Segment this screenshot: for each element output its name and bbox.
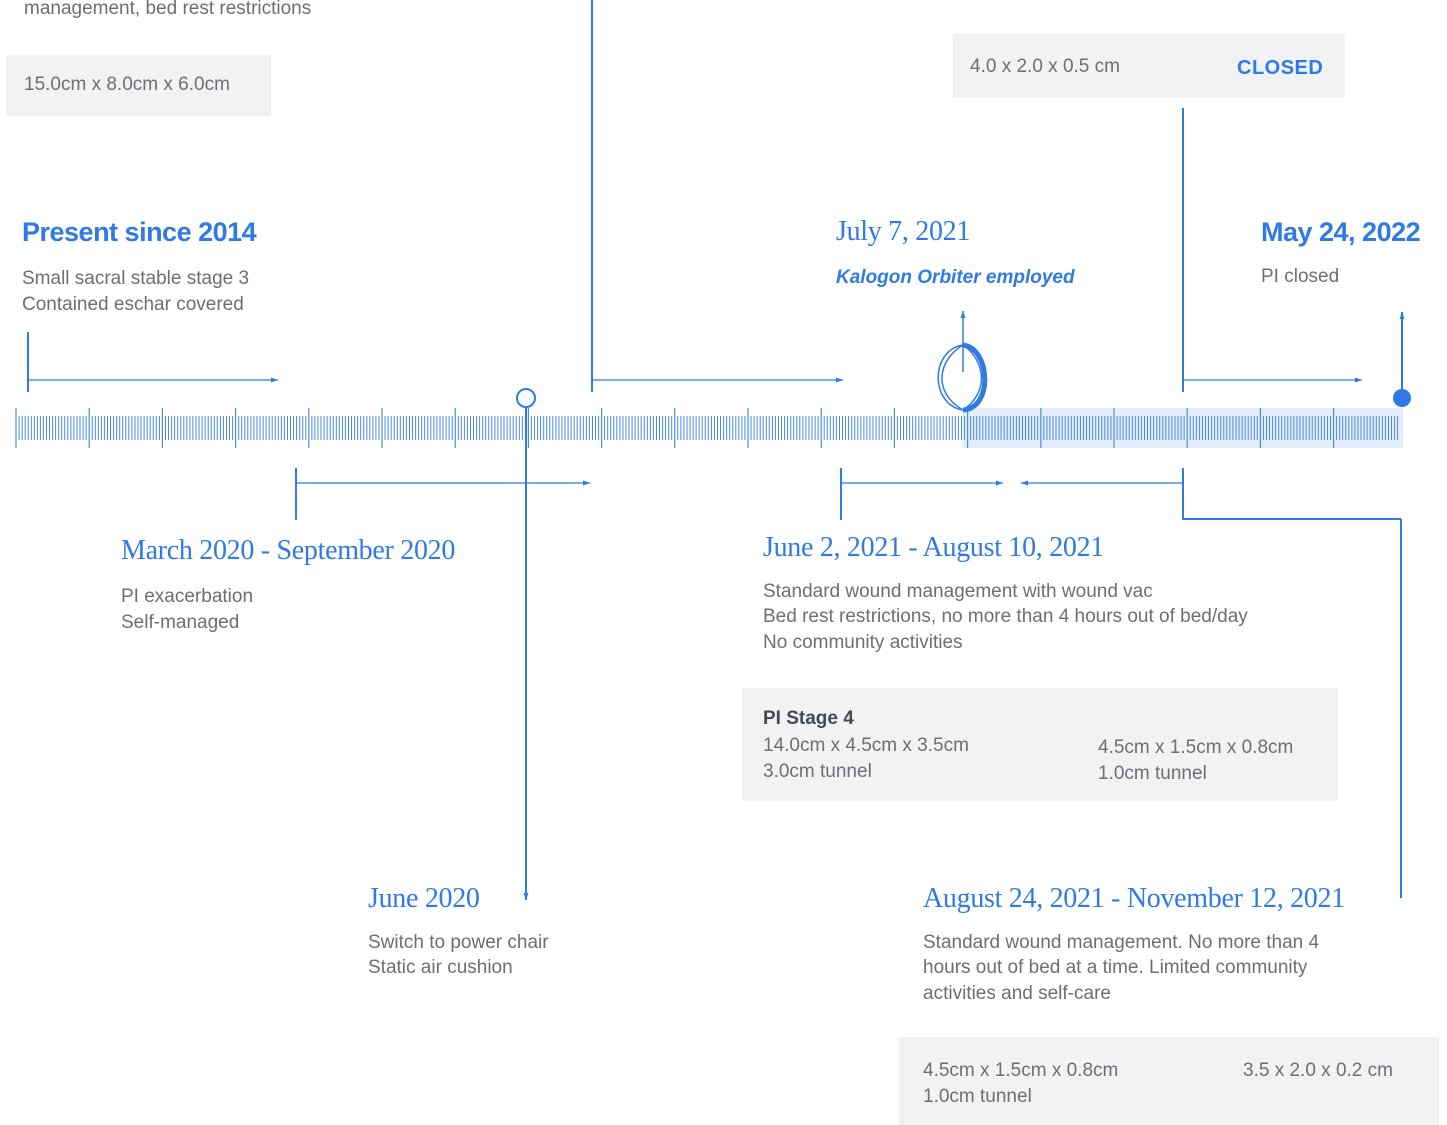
june2021-line3: No community activities [763,632,963,653]
march-title: March 2020 - September 2020 [121,535,456,566]
may-marker [1393,389,1411,407]
june2020-line2: Static air cushion [368,957,513,978]
stage4-box: PI Stage 4 14.0cm x 4.5cm x 3.5cm 3.0cm … [742,688,1338,801]
closed-from-size: 4.0 x 2.0 x 0.5 cm [970,56,1120,77]
closed-status: CLOSED [1237,57,1324,79]
initial-size: 15.0cm x 8.0cm x 6.0cm [24,74,230,95]
may-title: May 24, 2022 [1261,217,1421,247]
aug-to-line1: 3.5 x 2.0 x 0.2 cm [1243,1060,1393,1081]
august-line2: hours out of bed at a time. Limited comm… [923,957,1308,978]
august-line3: activities and self-care [923,983,1111,1004]
stage4-to-line2: 1.0cm tunnel [1098,763,1207,784]
aug-from-line2: 1.0cm tunnel [923,1086,1032,1107]
march-line1: PI exacerbation [121,586,254,607]
present-line1: Small sacral stable stage 3 [22,268,250,289]
august-title: August 24, 2021 - November 12, 2021 [923,883,1345,914]
stage4-to-line1: 4.5cm x 1.5cm x 0.8cm [1098,737,1294,758]
initial-size-box: 15.0cm x 8.0cm x 6.0cm [6,55,271,116]
june2021-line2: Bed rest restrictions, no more than 4 ho… [763,606,1248,627]
stage4-from-line1: 14.0cm x 4.5cm x 3.5cm [763,735,969,756]
july-subtitle: Kalogon Orbiter employed [836,267,1075,288]
stage4-from-line2: 3.0cm tunnel [763,761,872,782]
orbiter-logo-icon [937,342,988,413]
june2020-title: June 2020 [368,883,480,914]
august-line1: Standard wound management. No more than … [923,932,1320,953]
stage4-label: PI Stage 4 [763,708,854,729]
june2021-line1: Standard wound management with wound vac [763,581,1153,602]
present-title: Present since 2014 [22,217,257,247]
top-partial-text: management, bed rest restrictions [24,0,312,19]
may-line1: PI closed [1261,266,1340,287]
july-title: July 7, 2021 [836,216,971,247]
march-line2: Self-managed [121,612,240,633]
june2021-title: June 2, 2021 - August 10, 2021 [763,532,1105,563]
aug-from-line1: 4.5cm x 1.5cm x 0.8cm [923,1060,1119,1081]
june2020-marker [516,388,536,408]
june2020-line1: Switch to power chair [368,932,549,953]
present-line2: Contained eschar covered [22,294,244,315]
closed-box: 4.0 x 2.0 x 0.5 cm CLOSED [953,34,1345,98]
aug-box: 4.5cm x 1.5cm x 0.8cm 1.0cm tunnel 3.5 x… [899,1037,1439,1125]
